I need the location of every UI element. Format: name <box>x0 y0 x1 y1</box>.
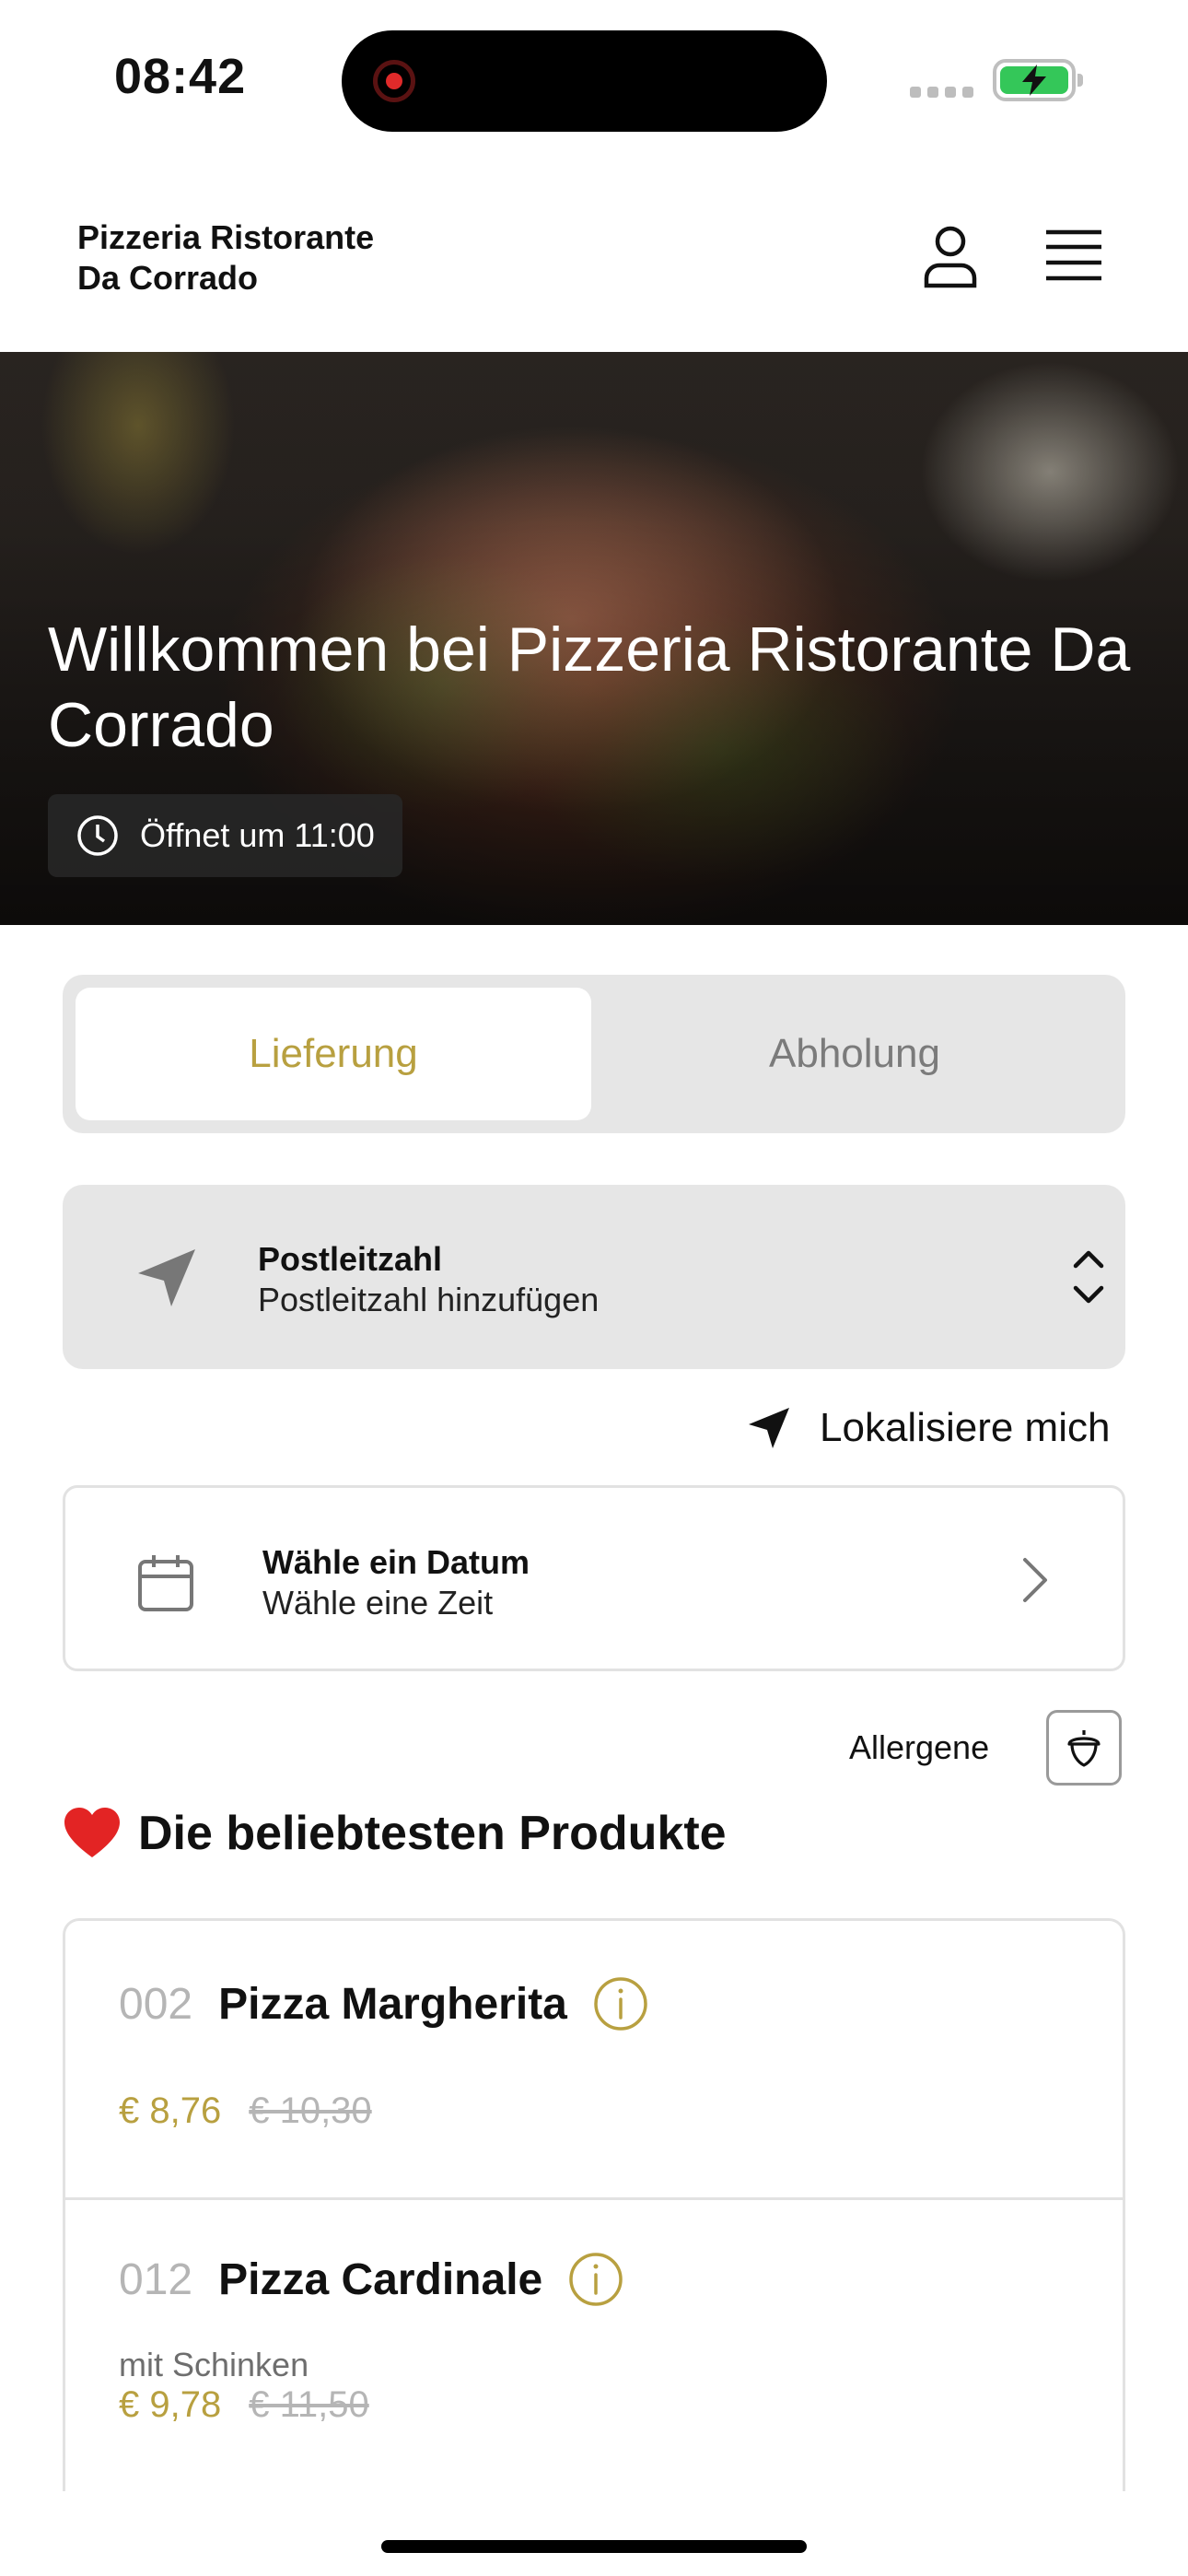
popular-products-heading: Die beliebtesten Produkte <box>63 1806 727 1861</box>
product-card[interactable]: 002 Pizza Margherita € 8,76 € 10,30 <box>65 1921 1123 2197</box>
product-prices: € 8,76 € 10,30 <box>119 2090 372 2132</box>
popular-products-list: 002 Pizza Margherita € 8,76 € 10,30 012 … <box>63 1918 1125 2491</box>
popular-products-title: Die beliebtesten Produkte <box>138 1807 727 1860</box>
postcode-placeholder: Postleitzahl hinzufügen <box>258 1281 600 1318</box>
restaurant-name-line2: Da Corrado <box>77 259 259 297</box>
clock-icon <box>77 815 118 856</box>
info-icon[interactable] <box>593 1976 648 2032</box>
calendar-icon <box>138 1555 193 1611</box>
location-arrow-icon <box>749 1408 789 1448</box>
date-time-selector[interactable]: Wähle ein Datum Wähle eine Zeit <box>63 1485 1125 1671</box>
product-name: Pizza Margherita <box>218 1979 567 2029</box>
locate-me-label: Lokalisiere mich <box>820 1405 1111 1450</box>
product-header: 012 Pizza Cardinale <box>119 2252 623 2307</box>
restaurant-name-line1: Pizzeria Ristorante <box>77 218 375 256</box>
acorn-allergen-icon <box>1067 1730 1101 1767</box>
date-title: Wähle ein Datum <box>262 1543 530 1581</box>
signal-icon <box>910 87 973 98</box>
status-bar: 08:42 <box>0 0 1188 157</box>
app-header: Pizzeria Ristorante Da Corrado <box>0 157 1188 352</box>
product-price: € 8,76 <box>119 2090 222 2131</box>
home-indicator[interactable] <box>381 2540 807 2553</box>
product-price: € 9,78 <box>119 2384 222 2425</box>
tab-delivery[interactable]: Lieferung <box>76 988 591 1120</box>
location-arrow-icon <box>138 1249 195 1306</box>
heart-icon <box>64 1808 120 1857</box>
tab-pickup[interactable]: Abholung <box>597 988 1112 1120</box>
product-number: 012 <box>119 2254 193 2304</box>
info-icon[interactable] <box>568 2252 623 2307</box>
postcode-selector[interactable]: Postleitzahl Postleitzahl hinzufügen <box>63 1185 1125 1369</box>
chevron-right-icon <box>1023 1558 1047 1602</box>
product-old-price: € 11,50 <box>249 2384 369 2425</box>
allergens-filter-button[interactable] <box>1046 1710 1122 1786</box>
allergens-label: Allergene <box>849 1728 990 1766</box>
product-old-price: € 10,30 <box>249 2090 372 2131</box>
product-card[interactable]: 012 Pizza Cardinale mit Schinken € 9,78 … <box>65 2197 1123 2491</box>
order-mode-toggle: Lieferung Abholung <box>63 975 1125 1133</box>
opening-hours-badge: Öffnet um 11:00 <box>48 794 402 877</box>
restaurant-name[interactable]: Pizzeria Ristorante Da Corrado <box>77 217 483 299</box>
battery-charging-icon <box>993 59 1083 101</box>
product-description: mit Schinken <box>119 2346 309 2383</box>
product-prices: € 9,78 € 11,50 <box>119 2384 369 2426</box>
dynamic-island <box>342 30 827 132</box>
hero-banner: Willkommen bei Pizzeria Ristorante Da Co… <box>0 352 1188 925</box>
screen-recording-icon <box>373 60 415 102</box>
time-subtitle: Wähle eine Zeit <box>262 1584 494 1622</box>
product-number: 002 <box>119 1979 193 2029</box>
chevron-up-down-icon <box>1073 1250 1104 1304</box>
status-time: 08:42 <box>114 49 247 104</box>
hero-title: Willkommen bei Pizzeria Ristorante Da Co… <box>48 615 1131 760</box>
product-header: 002 Pizza Margherita <box>119 1976 648 2032</box>
locate-me-button[interactable]: Lokalisiere mich <box>746 1397 1110 1459</box>
opening-hours-text: Öffnet um 11:00 <box>140 816 375 854</box>
postcode-title: Postleitzahl <box>258 1240 443 1278</box>
hamburger-menu-icon[interactable] <box>1044 228 1103 282</box>
product-name: Pizza Cardinale <box>218 2254 543 2304</box>
user-account-icon[interactable] <box>917 223 984 289</box>
